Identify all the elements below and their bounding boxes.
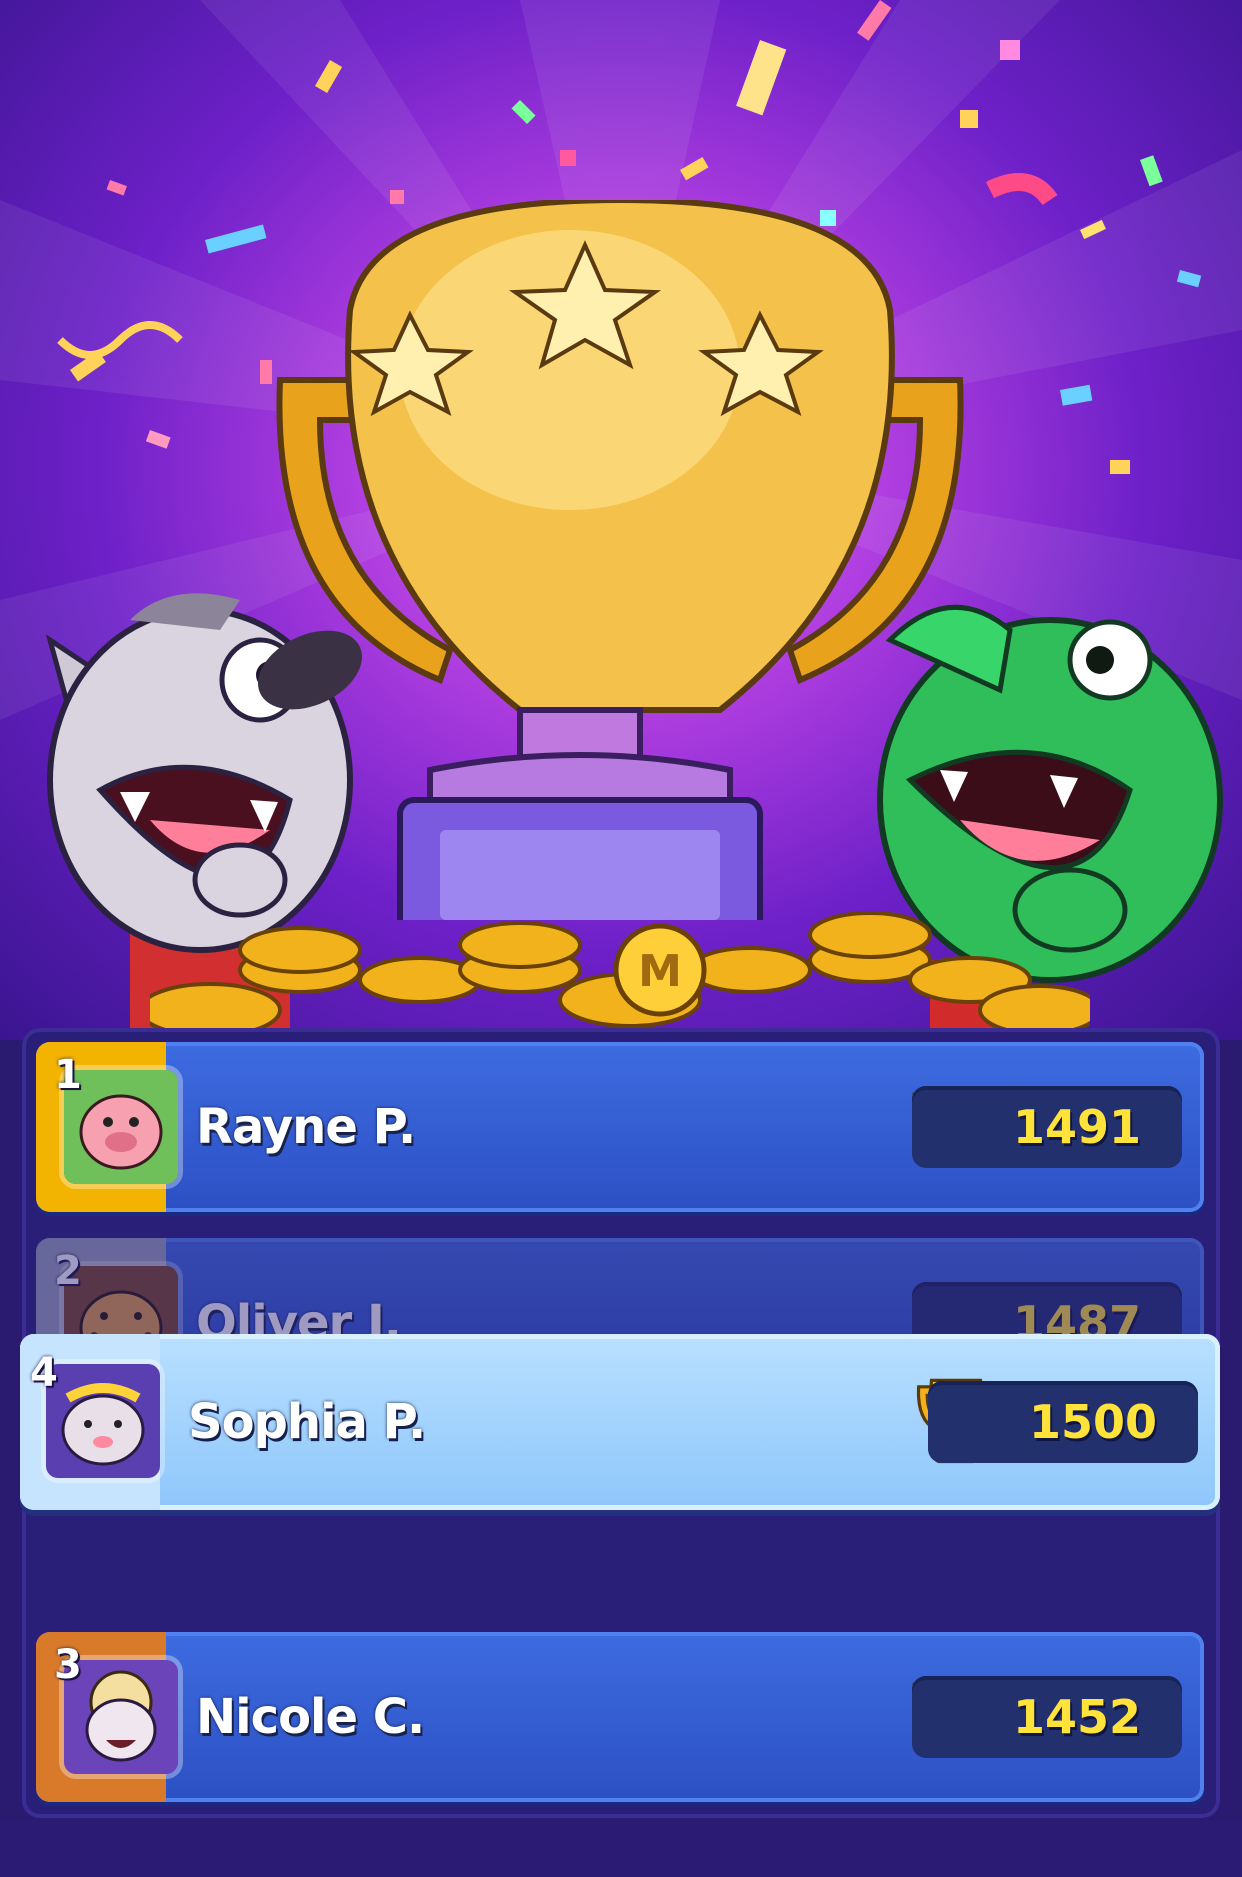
score-pill: 1452 [912, 1676, 1182, 1758]
player-name: Nicole C. [196, 1689, 425, 1745]
rank-number: 4 [30, 1350, 58, 1396]
score-value: 1491 [1012, 1100, 1142, 1154]
player-name: Rayne P. [196, 1099, 416, 1155]
leaderboard-row-3[interactable]: 3 Nicole C. 1452 [36, 1632, 1204, 1802]
leaderboard-row-current-player[interactable]: 4 Sophia P. 1500 [20, 1334, 1220, 1510]
rank-number: 3 [54, 1642, 82, 1688]
rank-number: 2 [54, 1248, 82, 1294]
leaderboard-row-1[interactable]: 1 Rayne P. 1491 [36, 1042, 1204, 1212]
score-pill: 1500 [928, 1381, 1198, 1463]
rank-number: 1 [54, 1052, 82, 1098]
player-name: Sophia P. [188, 1394, 426, 1450]
celebration-banner: M [0, 0, 1242, 1040]
score-value: 1500 [1028, 1395, 1158, 1449]
score-pill: 1491 [912, 1086, 1182, 1168]
svg-text:M: M [638, 946, 682, 997]
bottom-strip [0, 1820, 1242, 1877]
score-value: 1452 [1012, 1690, 1142, 1744]
hamster-avatar [46, 1364, 160, 1478]
gold-coin-pile: M [150, 911, 1090, 1038]
